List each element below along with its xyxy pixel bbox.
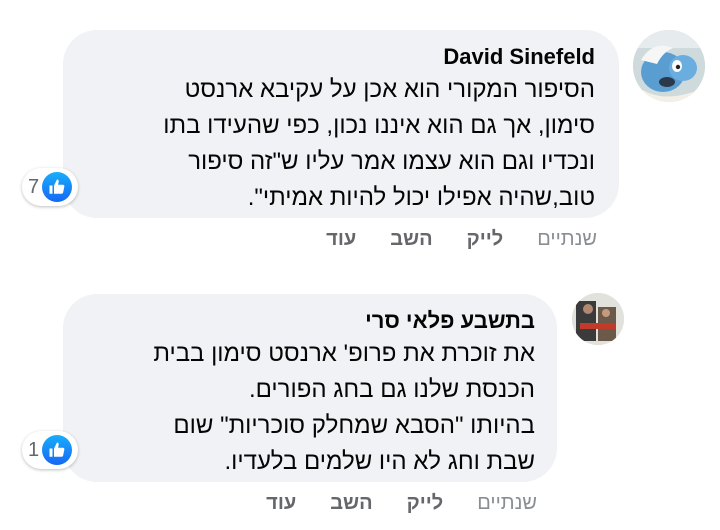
comment-actions: שנתיים לייק השב עוד xyxy=(232,492,537,515)
more-button[interactable]: עוד xyxy=(326,228,356,251)
comment-timestamp[interactable]: שנתיים xyxy=(477,492,537,515)
thumbs-up-icon xyxy=(42,172,73,202)
comment-text-line: בהיותו "הסבא שמחלק סוכריות" שום xyxy=(173,412,535,439)
reply-button[interactable]: השב xyxy=(390,228,432,251)
reaction-count: 1 xyxy=(28,438,40,461)
comment-bubble: David Sinefeld הסיפור המקורי הוא אכן על … xyxy=(63,30,619,218)
comment-timestamp[interactable]: שנתיים xyxy=(537,228,597,251)
comment-author[interactable]: בתשבע פלאי סרי xyxy=(83,306,535,336)
comment-bubble: בתשבע פלאי סרי את זוכרת את פרופ' ארנסט ס… xyxy=(63,294,557,482)
comment-text-line: את זוכרת את פרופ' ארנסט סימון בבית xyxy=(153,340,535,367)
comment-text: את זוכרת את פרופ' ארנסט סימון בבית הכנסת… xyxy=(83,336,535,480)
smurf-avatar-icon xyxy=(633,30,705,102)
comment-text-line: ונכדיו וגם הוא עצמו אמר עליו ש"זה סיפור xyxy=(188,148,595,175)
comment-text-line: הכנסת שלנו גם בחג הפורים. xyxy=(248,376,535,403)
avatar[interactable] xyxy=(633,30,705,102)
more-button[interactable]: עוד xyxy=(266,492,296,515)
comment-text: הסיפור המקורי הוא אכן על עקיבא ארנסט סימ… xyxy=(83,72,595,216)
like-button[interactable]: לייק xyxy=(407,492,444,515)
comment-text-line: הסיפור המקורי הוא אכן על עקיבא ארנסט xyxy=(184,76,595,103)
like-button[interactable]: לייק xyxy=(467,228,504,251)
comment-text-line: סימון, אך גם הוא איננו נכון, כפי שהעידו … xyxy=(163,112,595,139)
comment-author[interactable]: David Sinefeld xyxy=(83,42,595,72)
reaction-summary[interactable]: 7 xyxy=(22,168,78,206)
thumbs-up-icon xyxy=(42,435,73,465)
reaction-summary[interactable]: 1 xyxy=(22,431,78,469)
reply-button[interactable]: השב xyxy=(330,492,372,515)
comment-actions: שנתיים לייק השב עוד xyxy=(292,228,597,251)
avatar[interactable] xyxy=(572,293,624,345)
photo-avatar-icon xyxy=(572,293,624,345)
comment-text-line: טוב,שהיה אפילו יכול להיות אמיתי". xyxy=(247,184,595,211)
reaction-count: 7 xyxy=(28,175,40,198)
comment-text-line: שבת וחג לא היו שלמים בלעדיו. xyxy=(224,448,535,475)
